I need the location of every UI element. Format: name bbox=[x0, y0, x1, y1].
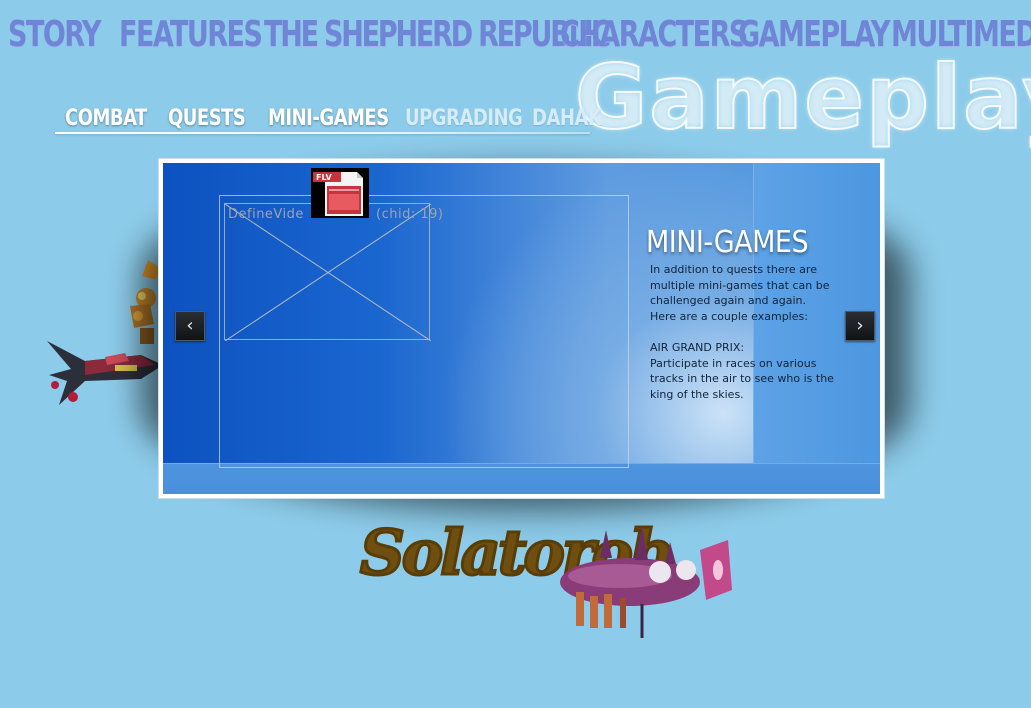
slider-next-button[interactable]: › bbox=[845, 311, 875, 341]
flv-file-icon[interactable]: FLV bbox=[311, 168, 369, 218]
sub-nav: Combat Quests Mini-Games Upgrading Dahak bbox=[55, 104, 602, 138]
slide-heading: MINI-GAMES bbox=[646, 225, 809, 260]
subnav-upgrading-dahak[interactable]: Upgrading Dahak bbox=[405, 104, 602, 130]
nav-story[interactable]: Story bbox=[8, 14, 101, 55]
broken-image-icon bbox=[225, 204, 431, 341]
slide-paragraph: Here are a couple examples: bbox=[650, 309, 808, 323]
slide-paragraph: In addition to quests there are multiple… bbox=[650, 263, 830, 308]
slide-paragraph: Participate in races on various tracks i… bbox=[650, 356, 834, 401]
subnav-mini-games[interactable]: Mini-Games bbox=[268, 104, 389, 130]
nav-features[interactable]: Features bbox=[119, 14, 263, 55]
content-slider: DefineVide (chid: 19) FLV MINI-GAMES In … bbox=[159, 159, 884, 498]
subnav-underline bbox=[55, 132, 590, 134]
slide-description: In addition to quests there are multiple… bbox=[650, 262, 840, 402]
slide-paragraph-heading: AIR GRAND PRIX: bbox=[650, 340, 745, 354]
slider-prev-button[interactable]: ‹ bbox=[175, 311, 205, 341]
subnav-combat[interactable]: Combat bbox=[65, 104, 147, 130]
video-channel-id: (chid: 19) bbox=[376, 207, 444, 222]
slide-mini-games: DefineVide (chid: 19) FLV MINI-GAMES In … bbox=[163, 163, 880, 494]
airship-image bbox=[560, 526, 732, 638]
flv-label: FLV bbox=[316, 173, 332, 182]
subnav-quests[interactable]: Quests bbox=[168, 104, 246, 130]
nav-the-shepherd-republic[interactable]: The Shepherd Republic bbox=[264, 14, 611, 55]
page-title: Gameplay bbox=[574, 45, 1031, 150]
missing-plugin-placeholder[interactable] bbox=[224, 203, 431, 341]
video-embed-label: DefineVide bbox=[228, 207, 304, 222]
chevron-left-icon: ‹ bbox=[186, 315, 194, 336]
chevron-right-icon: › bbox=[856, 315, 864, 336]
